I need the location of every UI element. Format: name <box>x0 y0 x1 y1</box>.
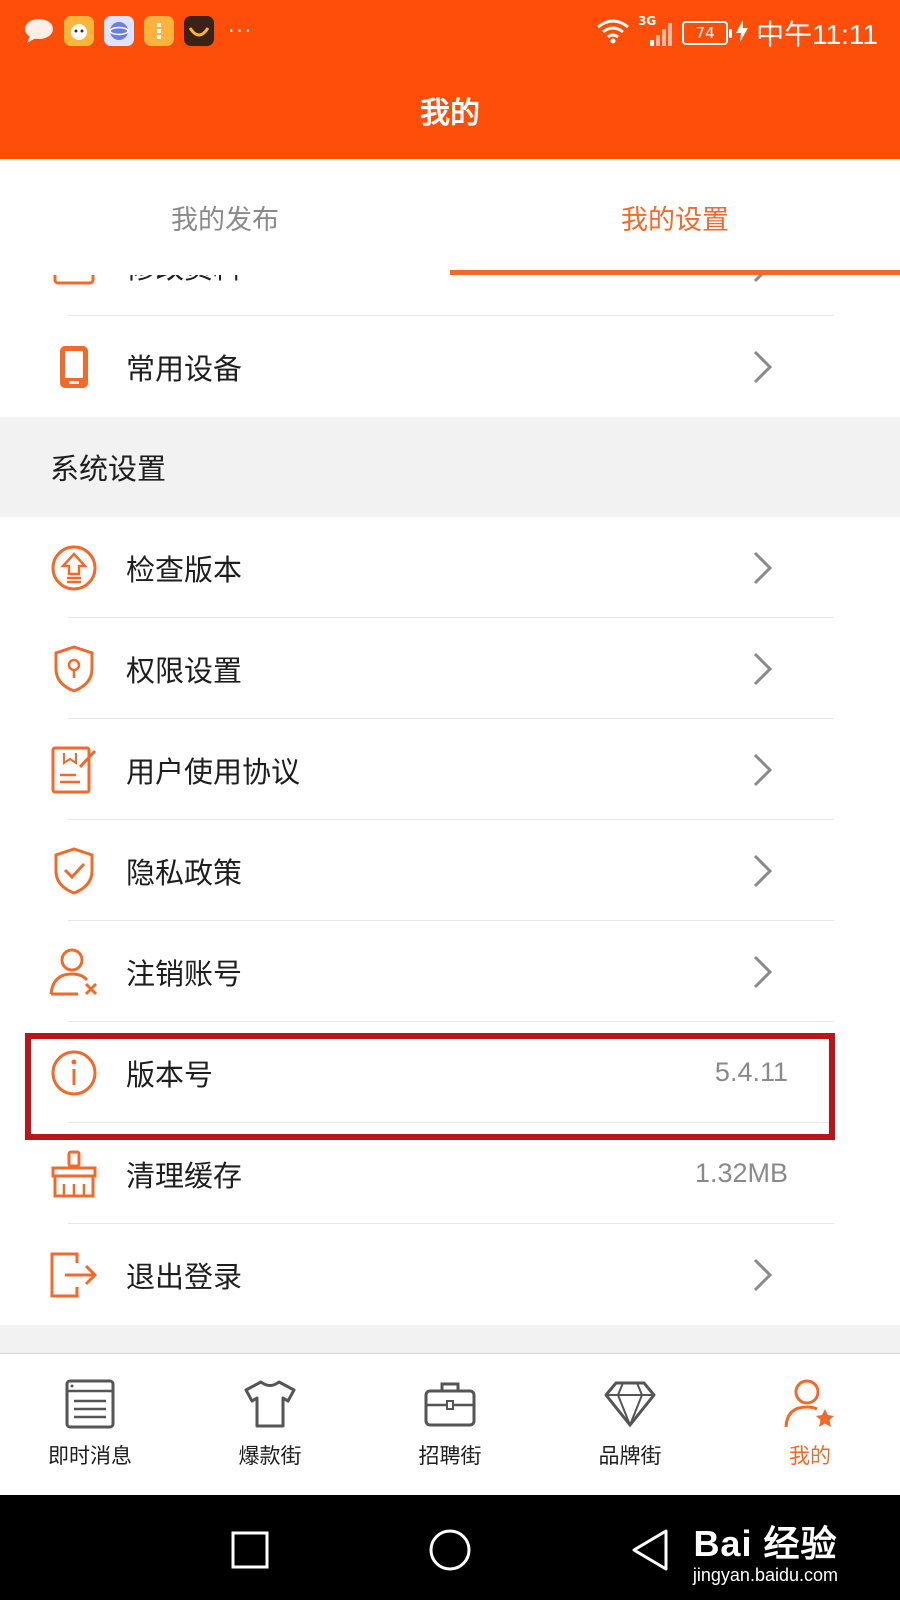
tshirt-icon <box>242 1376 298 1432</box>
cache-size-value: 1.32MB <box>694 1158 788 1188</box>
active-tab-indicator <box>450 270 900 275</box>
baidu-jingyan-watermark: Bai 经验 jingyan.baidu.com <box>693 1515 838 1586</box>
square-icon <box>231 1531 269 1569</box>
settings-item-clear-cache[interactable]: 清理缓存 1.32MB <box>0 1123 900 1224</box>
nav-label: 我的 <box>789 1444 831 1468</box>
chevron-right-icon <box>753 275 763 282</box>
chevron-right-icon <box>753 854 773 887</box>
chevron-right-icon <box>753 551 773 584</box>
settings-item-label: 权限设置 <box>126 653 243 688</box>
settings-item-devices[interactable]: 常用设备 <box>0 316 900 417</box>
tab-my-settings[interactable]: 我的设置 <box>450 159 900 275</box>
nav-label: 招聘街 <box>418 1444 482 1468</box>
section-title-system-settings: 系统设置 <box>0 417 900 517</box>
cow-app-icon <box>64 16 94 46</box>
settings-item-delete-account[interactable]: 注销账号 <box>0 921 900 1022</box>
wifi-icon <box>596 18 630 48</box>
settings-item-check-version[interactable]: 检查版本 <box>0 517 900 618</box>
nav-item-messages[interactable]: 即时消息 <box>0 1354 180 1496</box>
nav-item-brand-street[interactable]: 品牌街 <box>540 1354 720 1496</box>
user-star-icon <box>782 1376 838 1432</box>
shield-key-icon <box>48 643 100 695</box>
settings-item-version-number: 版本号 5.4.11 <box>0 1022 900 1123</box>
info-icon <box>48 1047 100 1099</box>
nav-item-mine[interactable]: 我的 <box>720 1354 900 1496</box>
message-board-icon <box>62 1376 118 1432</box>
taobao-app-icon <box>184 16 214 46</box>
settings-item-label: 注销账号 <box>126 956 243 991</box>
nav-label: 爆款街 <box>238 1444 302 1468</box>
watermark-url: jingyan.baidu.com <box>692 1565 838 1585</box>
notes-app-icon <box>144 16 174 46</box>
settings-item-logout[interactable]: 退出登录 <box>0 1224 900 1325</box>
circle-icon <box>429 1529 471 1571</box>
tab-my-posts[interactable]: 我的发布 <box>0 159 450 275</box>
settings-item-label: 检查版本 <box>126 552 243 587</box>
notification-icons: ··· <box>24 16 253 46</box>
settings-item-label: 修改资料 <box>126 275 242 287</box>
settings-item-label: 隐私政策 <box>126 855 243 890</box>
upgrade-icon <box>48 542 100 594</box>
triangle-back-icon <box>632 1529 668 1571</box>
system-nav-bar: Bai 经验 jingyan.baidu.com <box>0 1495 900 1600</box>
account-settings-group: 修改资料 常用设备 <box>0 275 900 417</box>
home-button[interactable] <box>425 1525 475 1575</box>
shield-check-icon <box>48 845 100 897</box>
edit-profile-icon <box>48 275 100 292</box>
chevron-right-icon <box>753 753 773 786</box>
app-header: ··· 3G 74 中午11:11 我的 <box>0 0 900 159</box>
settings-item-label: 常用设备 <box>126 351 243 386</box>
system-settings-group: 检查版本 权限设置 用户使用协议 隐私政策 注销账号 版本号 5.4.11 清理… <box>0 517 900 1325</box>
settings-item-privacy-policy[interactable]: 隐私政策 <box>0 820 900 921</box>
nav-label: 品牌街 <box>598 1444 662 1468</box>
nav-label: 即时消息 <box>48 1444 132 1468</box>
logout-icon <box>48 1249 100 1301</box>
diamond-icon <box>602 1376 658 1432</box>
chevron-right-icon <box>753 350 773 383</box>
chat-bubble-icon <box>24 16 54 46</box>
nav-item-jobs[interactable]: 招聘街 <box>360 1354 540 1496</box>
chevron-right-icon <box>753 1258 773 1291</box>
more-notifications: ··· <box>228 19 254 43</box>
settings-list[interactable]: 修改资料 常用设备 系统设置 检查版本 权限设置 <box>0 275 900 1355</box>
chevron-right-icon <box>753 652 773 685</box>
charging-icon <box>736 20 749 46</box>
settings-item-label: 清理缓存 <box>126 1158 243 1193</box>
clock: 中午11:11 <box>756 19 878 50</box>
signal-icon: 3G <box>638 14 674 48</box>
recents-button[interactable] <box>225 1525 275 1575</box>
back-button[interactable] <box>625 1525 675 1575</box>
phone-icon <box>48 341 100 393</box>
settings-item-permissions[interactable]: 权限设置 <box>0 618 900 719</box>
broom-icon <box>48 1148 100 1200</box>
user-remove-icon <box>48 946 100 998</box>
bottom-nav: 即时消息 爆款街 招聘街 品牌街 我的 <box>0 1353 900 1495</box>
status-bar: ··· 3G 74 中午11:11 <box>0 0 900 62</box>
briefcase-icon <box>422 1376 478 1432</box>
settings-item-label: 版本号 <box>126 1057 214 1092</box>
page-title: 我的 <box>420 96 480 131</box>
version-value: 5.4.11 <box>714 1057 788 1087</box>
tab-bar: 我的发布 我的设置 <box>0 159 900 275</box>
agreement-icon <box>48 744 100 796</box>
nav-item-hot-street[interactable]: 爆款街 <box>180 1354 360 1496</box>
settings-item-edit-profile[interactable]: 修改资料 <box>0 275 900 316</box>
system-status: 3G 74 中午11:11 <box>596 13 878 53</box>
browser-app-icon <box>104 16 134 46</box>
settings-item-label: 用户使用协议 <box>126 754 301 789</box>
battery-indicator: 74 <box>682 21 733 45</box>
chevron-right-icon <box>753 955 773 988</box>
watermark-logo: Bai 经验 <box>693 1523 838 1564</box>
settings-item-user-agreement[interactable]: 用户使用协议 <box>0 719 900 820</box>
settings-item-label: 退出登录 <box>126 1259 243 1294</box>
